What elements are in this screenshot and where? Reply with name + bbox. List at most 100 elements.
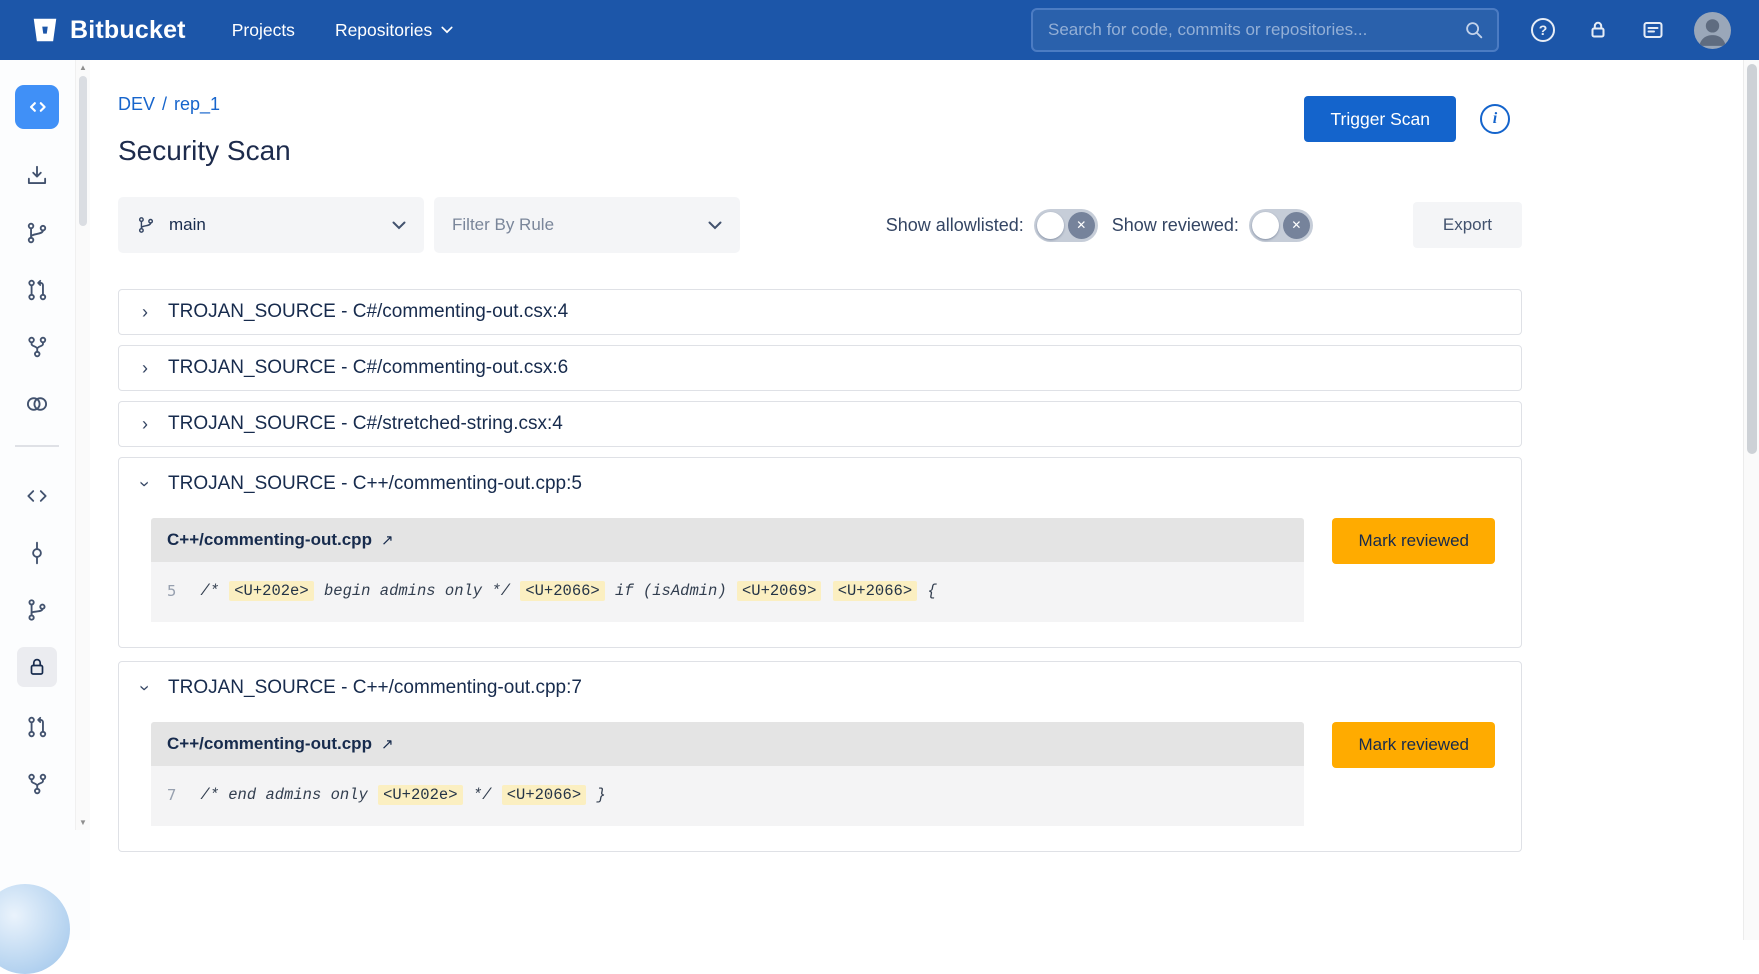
- nav-projects[interactable]: Projects: [232, 20, 295, 41]
- toggle-off-icon: ✕: [1068, 212, 1095, 239]
- sidebar-divider: [15, 445, 59, 447]
- finding-row-collapsed[interactable]: › TROJAN_SOURCE - C#/stretched-string.cs…: [118, 401, 1522, 447]
- topbar-icon-group: ?: [1529, 12, 1731, 49]
- code-line: /* end admins only <U+202e> */ <U+2066> …: [200, 782, 605, 808]
- security-lock-button[interactable]: [1584, 16, 1612, 44]
- avatar-placeholder-icon: [1694, 12, 1731, 49]
- external-link-icon[interactable]: ↗: [381, 531, 394, 549]
- sidebar-item-commits[interactable]: [24, 540, 50, 566]
- help-button[interactable]: ?: [1529, 16, 1557, 44]
- help-icon: ?: [1531, 18, 1555, 42]
- code-browser-icon: [24, 94, 50, 120]
- sidebar-item-source[interactable]: [24, 483, 50, 509]
- external-link-icon[interactable]: ↗: [381, 735, 394, 753]
- findings-list: › TROJAN_SOURCE - C#/commenting-out.csx:…: [118, 289, 1522, 852]
- unicode-token: <U+202e>: [378, 785, 462, 805]
- code-snippet-panel: C++/commenting-out.cpp ↗ 7 /* end admins…: [151, 722, 1304, 826]
- branch-icon: [136, 215, 156, 235]
- main-content: DEV/rep_1 Security Scan Trigger Scan i m…: [90, 60, 1743, 940]
- rule-filter-selector[interactable]: Filter By Rule: [434, 197, 740, 253]
- bitbucket-home-link[interactable]: Bitbucket: [30, 15, 186, 45]
- clone-icon: [24, 163, 50, 189]
- toggle-knob: [1037, 212, 1064, 239]
- finding-title: TROJAN_SOURCE - C#/stretched-string.csx:…: [168, 413, 563, 435]
- breadcrumb: DEV/rep_1: [118, 94, 291, 115]
- show-reviewed-toggle[interactable]: ✕: [1249, 209, 1313, 242]
- source-code-icon: [24, 483, 50, 509]
- trigger-scan-button[interactable]: Trigger Scan: [1304, 96, 1456, 142]
- page-scrollbar-thumb[interactable]: [1747, 64, 1757, 454]
- chevron-down-icon: [441, 26, 453, 34]
- breadcrumb-repo-link[interactable]: rep_1: [174, 94, 220, 114]
- search-input[interactable]: [1048, 20, 1463, 40]
- code-fragment: /*: [200, 582, 228, 600]
- finding-title: TROJAN_SOURCE - C++/commenting-out.cpp:7: [168, 677, 582, 699]
- search-icon[interactable]: [1463, 19, 1485, 41]
- sidebar-scrollbar[interactable]: ▲ ▼: [75, 60, 90, 830]
- finding-row-collapsed[interactable]: › TROJAN_SOURCE - C#/commenting-out.csx:…: [118, 345, 1522, 391]
- sidebar-item-code-browser[interactable]: [15, 85, 59, 129]
- finding-row-collapsed[interactable]: › TROJAN_SOURCE - C#/commenting-out.csx:…: [118, 289, 1522, 335]
- branch-selector-value: main: [169, 215, 206, 235]
- sidebar-item-compare[interactable]: [24, 391, 50, 417]
- chevron-right-icon: ›: [142, 415, 148, 433]
- code-fragment: {: [918, 582, 937, 600]
- sidebar-scrollbar-thumb[interactable]: [79, 76, 87, 226]
- branch-selector[interactable]: main: [118, 197, 424, 253]
- page-scrollbar[interactable]: [1743, 60, 1759, 940]
- show-allowlisted-toggle[interactable]: ✕: [1034, 209, 1098, 242]
- global-search: [1031, 8, 1499, 52]
- finding-title: TROJAN_SOURCE - C#/commenting-out.csx:4: [168, 301, 568, 323]
- page-title: Security Scan: [118, 135, 291, 167]
- user-avatar[interactable]: [1694, 12, 1731, 49]
- branches-icon: [24, 597, 50, 623]
- compare-icon: [24, 391, 50, 417]
- chevron-right-icon: ›: [142, 359, 148, 377]
- commits-icon: [24, 540, 50, 566]
- fork-icon: [24, 334, 50, 360]
- code-fragment: [822, 582, 831, 600]
- chevron-down-icon: [392, 221, 406, 230]
- sidebar-item-pull-request[interactable]: [24, 277, 50, 303]
- sidebar-item-fork[interactable]: [24, 334, 50, 360]
- unicode-token: <U+2066>: [833, 581, 917, 601]
- sidebar-item-forks-2[interactable]: [24, 771, 50, 797]
- brand-name: Bitbucket: [70, 16, 186, 45]
- file-link[interactable]: C++/commenting-out.cpp: [167, 530, 372, 550]
- show-allowlisted-label: Show allowlisted:: [886, 215, 1024, 236]
- sidebar-item-branch[interactable]: [24, 220, 50, 246]
- nav-repositories[interactable]: Repositories: [335, 20, 453, 41]
- code-snippet-panel: C++/commenting-out.cpp ↗ 5 /* <U+202e> b…: [151, 518, 1304, 622]
- info-icon[interactable]: i: [1480, 104, 1510, 134]
- file-link[interactable]: C++/commenting-out.cpp: [167, 734, 372, 754]
- unicode-token: <U+2066>: [520, 581, 604, 601]
- scroll-down-icon[interactable]: ▼: [76, 818, 90, 827]
- breadcrumb-project-link[interactable]: DEV: [118, 94, 155, 114]
- rule-filter-placeholder: Filter By Rule: [452, 215, 554, 235]
- finding-expanded: › TROJAN_SOURCE - C++/commenting-out.cpp…: [118, 661, 1522, 852]
- chevron-right-icon: ›: [142, 303, 148, 321]
- pull-request-icon: [24, 277, 50, 303]
- filter-controls: main Filter By Rule Show allowlisted: ✕ …: [118, 197, 1522, 253]
- finding-header[interactable]: › TROJAN_SOURCE - C++/commenting-out.cpp…: [119, 662, 1521, 714]
- sidebar-item-pull-requests-2[interactable]: [24, 714, 50, 740]
- feedback-panel-icon: [1641, 18, 1665, 42]
- feedback-panel-button[interactable]: [1639, 16, 1667, 44]
- mark-reviewed-button[interactable]: Mark reviewed: [1332, 518, 1495, 564]
- mark-reviewed-button[interactable]: Mark reviewed: [1332, 722, 1495, 768]
- code-fragment: }: [587, 786, 606, 804]
- bitbucket-logo-icon: [30, 15, 60, 45]
- unicode-token: <U+2069>: [737, 581, 821, 601]
- sidebar-item-security-scan[interactable]: [17, 647, 57, 687]
- sidebar-item-branches[interactable]: [24, 597, 50, 623]
- code-fragment: */: [464, 786, 501, 804]
- code-fragment: if (isAdmin): [606, 582, 736, 600]
- top-navigation-bar: Bitbucket Projects Repositories ?: [0, 0, 1759, 60]
- chevron-down-icon: ›: [136, 481, 154, 487]
- export-button[interactable]: Export: [1413, 202, 1522, 248]
- page-header: DEV/rep_1 Security Scan Trigger Scan i: [118, 94, 1522, 167]
- fork-icon: [24, 771, 50, 797]
- scroll-up-icon[interactable]: ▲: [76, 63, 90, 72]
- sidebar-item-clone[interactable]: [24, 163, 50, 189]
- finding-header[interactable]: › TROJAN_SOURCE - C++/commenting-out.cpp…: [119, 458, 1521, 510]
